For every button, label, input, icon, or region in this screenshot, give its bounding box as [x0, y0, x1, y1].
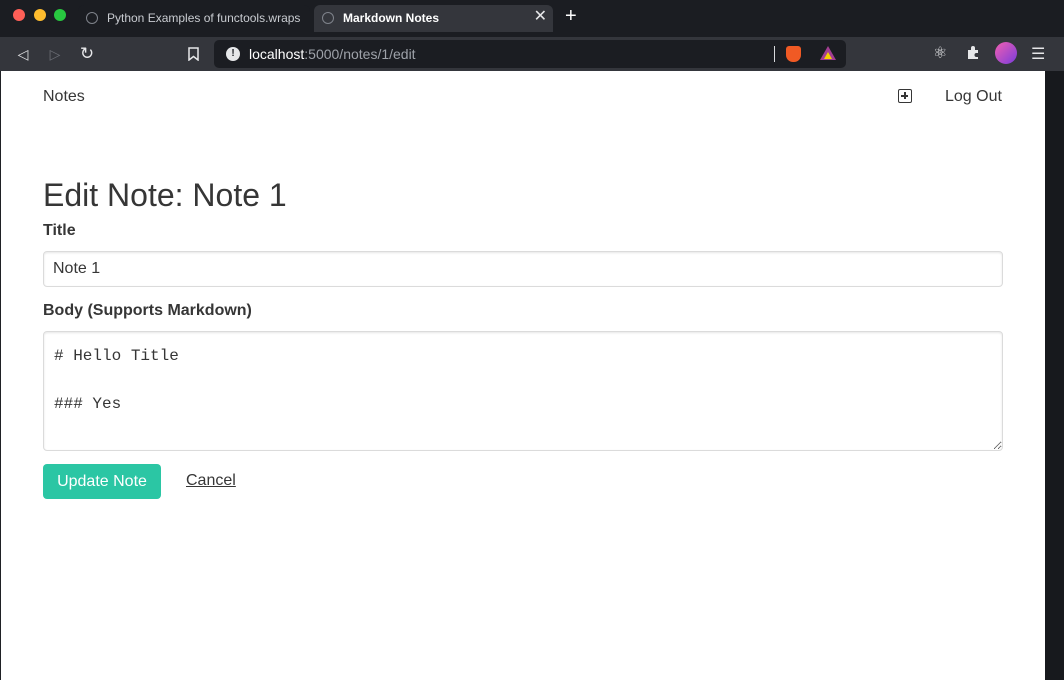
- title-input[interactable]: [43, 251, 1003, 287]
- react-devtools-icon[interactable]: ⚛: [933, 45, 947, 63]
- cancel-link[interactable]: Cancel: [186, 472, 236, 490]
- forward-icon[interactable]: ▷: [44, 43, 66, 65]
- page-content: Notes Log Out Edit Note: Note 1 Title Bo…: [1, 71, 1045, 680]
- reload-icon[interactable]: ↻: [76, 43, 98, 65]
- page-title: Edit Note: Note 1: [43, 177, 287, 213]
- globe-icon: [322, 12, 334, 24]
- tab-title: Python Examples of functools.wraps: [107, 11, 301, 25]
- address-bar[interactable]: ! localhost:5000/notes/1/edit: [214, 40, 846, 68]
- brave-shield-icon[interactable]: [786, 46, 801, 62]
- profile-avatar[interactable]: [995, 42, 1017, 64]
- title-label: Title: [43, 222, 76, 239]
- tab-python-examples[interactable]: Python Examples of functools.wraps: [78, 5, 310, 32]
- minimize-window-button[interactable]: [34, 9, 46, 21]
- plus-square-icon[interactable]: [898, 89, 912, 103]
- maximize-window-button[interactable]: [54, 9, 66, 21]
- url-text[interactable]: localhost:5000/notes/1/edit: [249, 46, 416, 62]
- tab-title: Markdown Notes: [343, 11, 440, 25]
- brave-rewards-icon[interactable]: [820, 46, 836, 60]
- body-textarea[interactable]: # Hello Title ### Yes: [43, 331, 1003, 451]
- background-window-edge: [1045, 71, 1064, 680]
- close-window-button[interactable]: [13, 9, 25, 21]
- browser-toolbar: ◁ ▷ ↻ ! localhost:5000/notes/1/edit ⚛ ☰: [0, 37, 1064, 71]
- globe-icon: [86, 12, 98, 24]
- new-tab-icon[interactable]: +: [565, 6, 577, 26]
- info-icon[interactable]: !: [226, 47, 240, 61]
- close-tab-icon[interactable]: ✕: [534, 9, 547, 25]
- bookmark-icon[interactable]: [182, 43, 204, 65]
- back-icon[interactable]: ◁: [12, 43, 34, 65]
- browser-titlebar: Python Examples of functools.wraps Markd…: [0, 0, 1064, 37]
- menu-icon[interactable]: ☰: [1031, 44, 1045, 64]
- logout-link[interactable]: Log Out: [945, 88, 1002, 106]
- url-divider: [774, 46, 775, 62]
- tab-markdown-notes[interactable]: Markdown Notes ✕: [314, 5, 553, 32]
- extensions-icon[interactable]: [965, 45, 981, 66]
- body-label: Body (Supports Markdown): [43, 302, 252, 319]
- update-note-button[interactable]: Update Note: [43, 464, 161, 499]
- brand-link[interactable]: Notes: [43, 88, 85, 106]
